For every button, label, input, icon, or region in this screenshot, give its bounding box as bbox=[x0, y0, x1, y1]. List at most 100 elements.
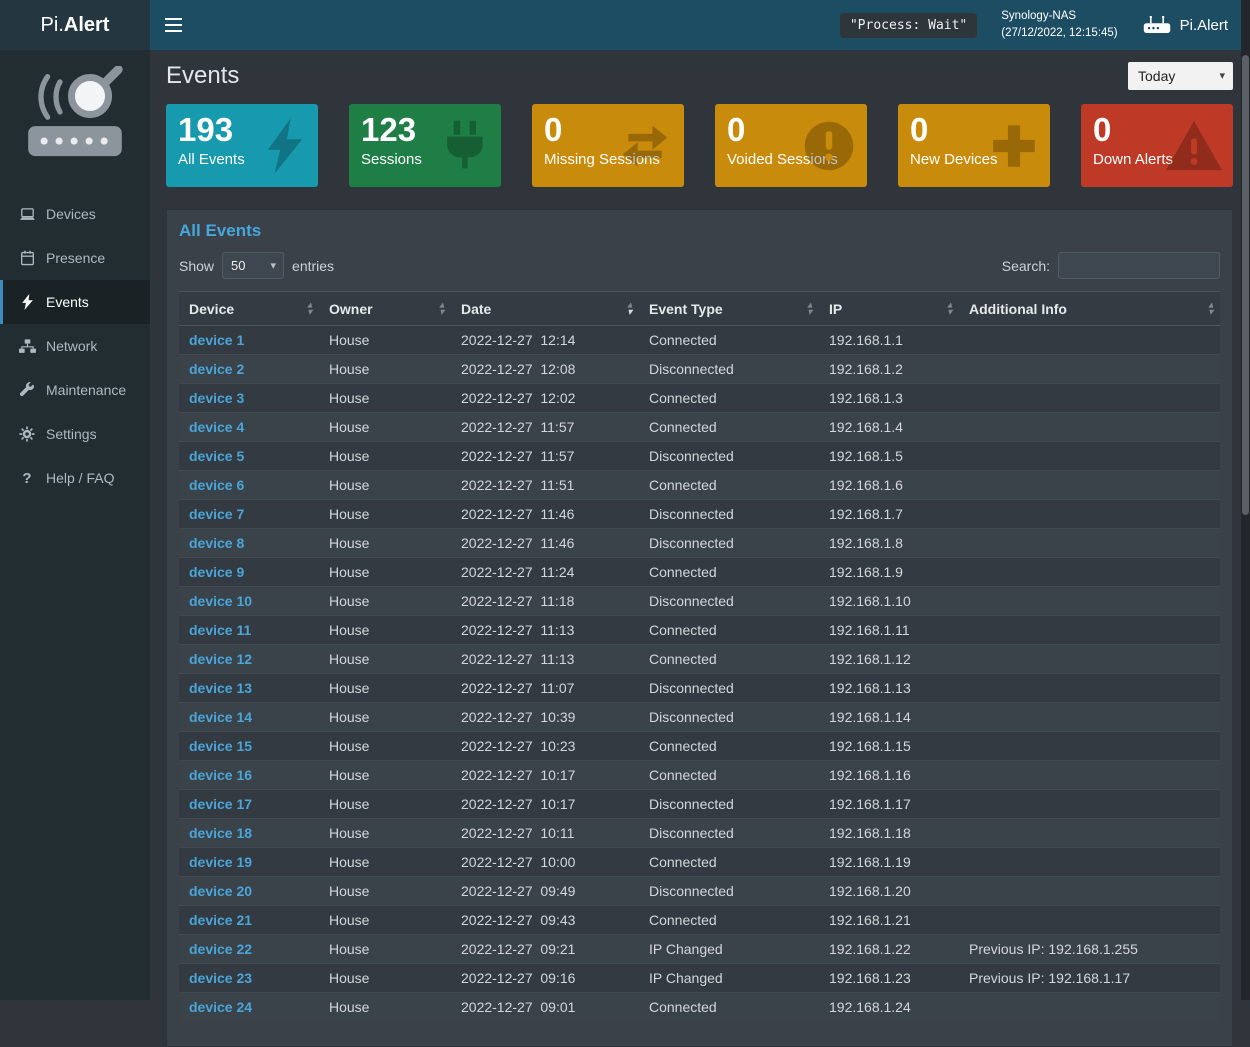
summary-box-all-events[interactable]: 193 All Events bbox=[166, 104, 318, 187]
device-link[interactable]: device 17 bbox=[189, 796, 252, 812]
sidebar-toggle-button[interactable] bbox=[150, 0, 196, 50]
summary-box-missing-sessions[interactable]: 0 Missing Sessions bbox=[532, 104, 684, 187]
cell-device: device 23 bbox=[179, 964, 319, 993]
summary-box-sessions[interactable]: 123 Sessions bbox=[349, 104, 501, 187]
column-header-ip[interactable]: IP▴▾ bbox=[819, 292, 959, 326]
device-link[interactable]: device 21 bbox=[189, 912, 252, 928]
device-link[interactable]: device 23 bbox=[189, 970, 252, 986]
question-icon: ? bbox=[17, 470, 37, 487]
sidebar-item-settings[interactable]: Settings bbox=[0, 412, 150, 456]
nav-brand[interactable]: Pi.Alert bbox=[1142, 14, 1228, 36]
cell-date: 2022-12-27 11:57 bbox=[451, 413, 639, 442]
cell-device: device 8 bbox=[179, 529, 319, 558]
device-link[interactable]: device 22 bbox=[189, 941, 252, 957]
cell-ip: 192.168.1.24 bbox=[819, 993, 959, 1022]
cell-ip: 192.168.1.2 bbox=[819, 355, 959, 384]
hamburger-icon bbox=[165, 18, 182, 20]
device-link[interactable]: device 3 bbox=[189, 390, 244, 406]
device-link[interactable]: device 14 bbox=[189, 709, 252, 725]
cell-info bbox=[959, 790, 1220, 819]
period-select[interactable]: Today bbox=[1128, 62, 1233, 90]
column-header-date[interactable]: Date▴▾ bbox=[451, 292, 639, 326]
cell-info bbox=[959, 616, 1220, 645]
device-link[interactable]: device 15 bbox=[189, 738, 252, 754]
cell-info bbox=[959, 761, 1220, 790]
column-header-device[interactable]: Device▴▾ bbox=[179, 292, 319, 326]
column-header-additional-info[interactable]: Additional Info▴▾ bbox=[959, 292, 1220, 326]
sidebar-item-presence[interactable]: Presence bbox=[0, 236, 150, 280]
cell-event_type: Disconnected bbox=[639, 442, 819, 471]
summary-box-down-alerts[interactable]: 0 Down Alerts bbox=[1081, 104, 1233, 187]
cell-ip: 192.168.1.21 bbox=[819, 906, 959, 935]
pialert-logo bbox=[0, 50, 150, 192]
vertical-scrollbar[interactable] bbox=[1241, 0, 1250, 1000]
cell-date: 2022-12-27 10:39 bbox=[451, 703, 639, 732]
cell-owner: House bbox=[319, 761, 451, 790]
cell-event_type: Disconnected bbox=[639, 703, 819, 732]
table-row: device 5House2022-12-27 11:57Disconnecte… bbox=[179, 442, 1220, 471]
cell-owner: House bbox=[319, 703, 451, 732]
sidebar-item-label: Help / FAQ bbox=[46, 470, 114, 486]
events-panel: All Events Show 50 entries Search: bbox=[166, 209, 1233, 1047]
search-input[interactable] bbox=[1058, 252, 1220, 279]
sidebar-item-devices[interactable]: Devices bbox=[0, 192, 150, 236]
cell-ip: 192.168.1.4 bbox=[819, 413, 959, 442]
table-row: device 19House2022-12-27 10:00Connected1… bbox=[179, 848, 1220, 877]
cell-device: device 16 bbox=[179, 761, 319, 790]
device-link[interactable]: device 13 bbox=[189, 680, 252, 696]
device-link[interactable]: device 20 bbox=[189, 883, 252, 899]
device-link[interactable]: device 4 bbox=[189, 419, 244, 435]
table-row: device 24House2022-12-27 09:01Connected1… bbox=[179, 993, 1220, 1022]
sidebar-item-events[interactable]: Events bbox=[0, 280, 150, 324]
pialert-app: { "navbar": { "brand_prefix": "Pi.", "br… bbox=[0, 0, 1250, 1000]
bolt-icon bbox=[262, 116, 308, 176]
wrench-icon bbox=[17, 382, 37, 398]
cell-device: device 11 bbox=[179, 616, 319, 645]
device-link[interactable]: device 5 bbox=[189, 448, 244, 464]
app-logo[interactable]: Pi.Alert bbox=[0, 0, 150, 50]
cell-ip: 192.168.1.16 bbox=[819, 761, 959, 790]
cell-date: 2022-12-27 12:14 bbox=[451, 326, 639, 355]
cell-event_type: Disconnected bbox=[639, 674, 819, 703]
network-icon bbox=[17, 339, 37, 354]
cell-device: device 20 bbox=[179, 877, 319, 906]
device-link[interactable]: device 7 bbox=[189, 506, 244, 522]
column-header-event-type[interactable]: Event Type▴▾ bbox=[639, 292, 819, 326]
cell-owner: House bbox=[319, 616, 451, 645]
sidebar-item-help[interactable]: ? Help / FAQ bbox=[0, 456, 150, 500]
device-link[interactable]: device 16 bbox=[189, 767, 252, 783]
device-link[interactable]: device 9 bbox=[189, 564, 244, 580]
device-link[interactable]: device 11 bbox=[189, 622, 251, 638]
sidebar-item-label: Maintenance bbox=[46, 382, 126, 398]
sidebar-item-maintenance[interactable]: Maintenance bbox=[0, 368, 150, 412]
device-link[interactable]: device 18 bbox=[189, 825, 252, 841]
scrollbar-thumb[interactable] bbox=[1242, 55, 1249, 515]
page-length-select[interactable]: 50 bbox=[222, 252, 284, 279]
device-link[interactable]: device 1 bbox=[189, 332, 244, 348]
summary-box-new-devices[interactable]: 0 New Devices bbox=[898, 104, 1050, 187]
cell-date: 2022-12-27 10:23 bbox=[451, 732, 639, 761]
search-control: Search: bbox=[1002, 252, 1220, 279]
page-title: Events bbox=[166, 62, 239, 90]
device-link[interactable]: device 12 bbox=[189, 651, 252, 667]
cell-device: device 14 bbox=[179, 703, 319, 732]
show-label: Show bbox=[179, 258, 214, 274]
table-row: device 23House2022-12-27 09:16IP Changed… bbox=[179, 964, 1220, 993]
table-row: device 8House2022-12-27 11:46Disconnecte… bbox=[179, 529, 1220, 558]
device-link[interactable]: device 10 bbox=[189, 593, 252, 609]
cell-device: device 19 bbox=[179, 848, 319, 877]
device-link[interactable]: device 8 bbox=[189, 535, 244, 551]
device-link[interactable]: device 24 bbox=[189, 999, 252, 1015]
summary-box-voided-sessions[interactable]: 0 Voided Sessions bbox=[715, 104, 867, 187]
device-link[interactable]: device 6 bbox=[189, 477, 244, 493]
cell-owner: House bbox=[319, 355, 451, 384]
device-link[interactable]: device 2 bbox=[189, 361, 244, 377]
column-header-owner[interactable]: Owner▴▾ bbox=[319, 292, 451, 326]
cell-info bbox=[959, 877, 1220, 906]
logo-text-prefix: Pi. bbox=[41, 14, 64, 37]
sidebar-item-network[interactable]: Network bbox=[0, 324, 150, 368]
cell-device: device 22 bbox=[179, 935, 319, 964]
cell-date: 2022-12-27 10:17 bbox=[451, 761, 639, 790]
cell-event_type: Connected bbox=[639, 558, 819, 587]
device-link[interactable]: device 19 bbox=[189, 854, 252, 870]
